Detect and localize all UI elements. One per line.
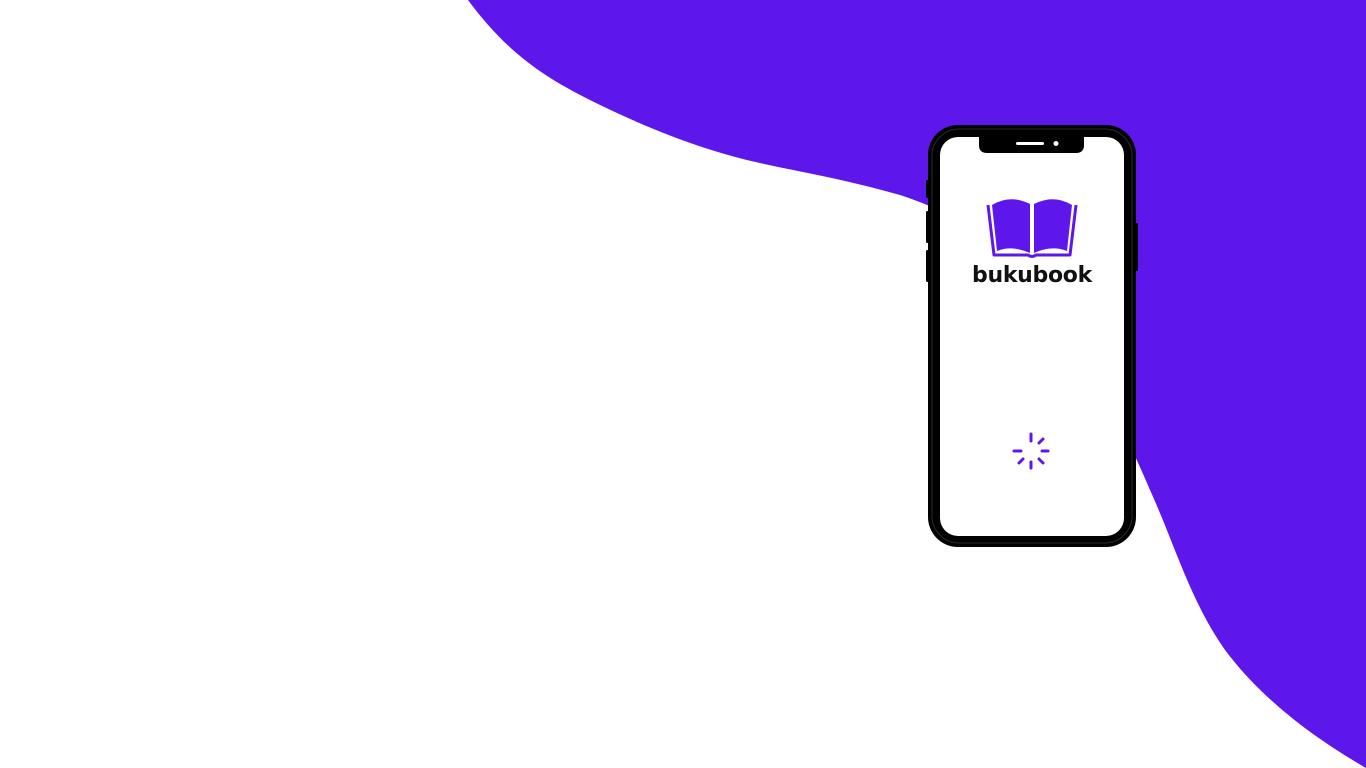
app-logo: bukubook xyxy=(940,195,1124,288)
loading-spinner-icon xyxy=(1012,432,1050,470)
app-name: bukubook xyxy=(972,263,1092,288)
splash-screen: bukubook xyxy=(0,0,1366,768)
app-screen: bukubook xyxy=(940,137,1124,536)
background-wave xyxy=(468,0,1366,768)
background-wave-shape xyxy=(468,0,1366,768)
open-book-icon xyxy=(986,199,1078,258)
